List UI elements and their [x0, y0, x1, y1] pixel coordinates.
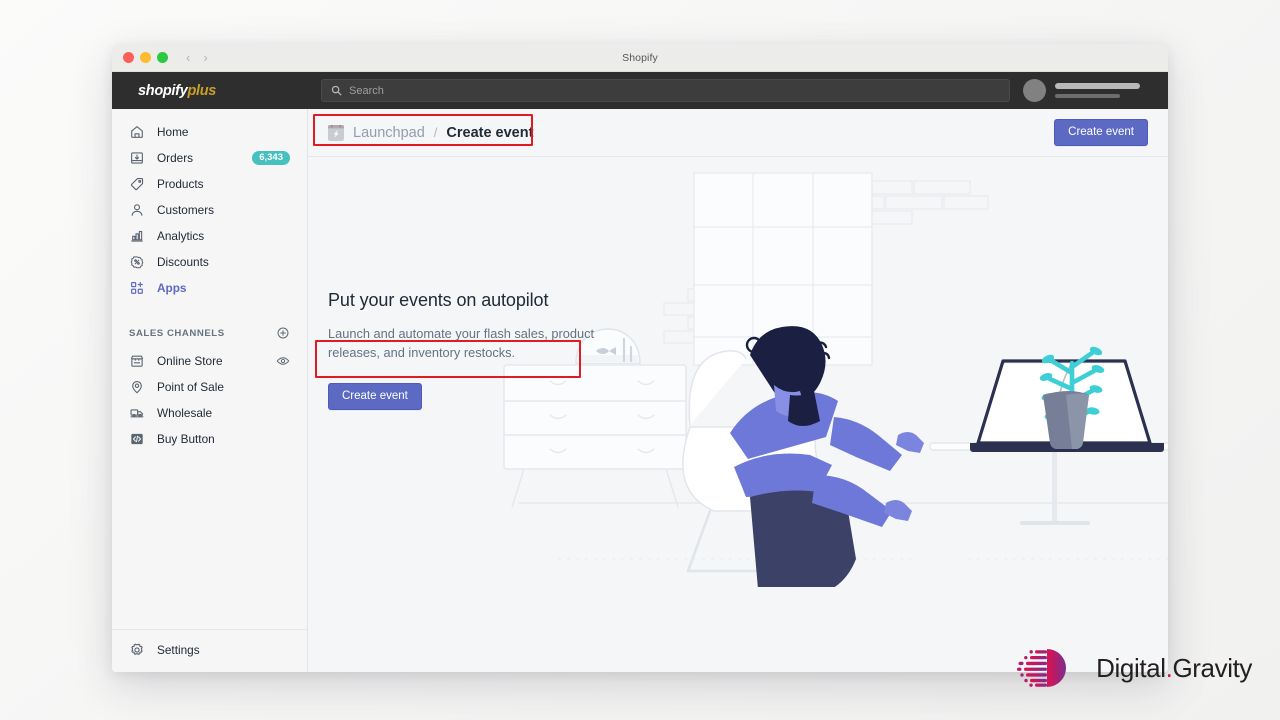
sidebar-item-point-of-sale[interactable]: Point of Sale — [120, 374, 299, 400]
sidebar-item-label: Products — [157, 177, 204, 191]
breadcrumb: Launchpad / Create event — [328, 124, 534, 141]
sidebar-item-label: Analytics — [157, 229, 205, 243]
plus-circle-icon[interactable] — [276, 326, 290, 340]
truck-icon — [130, 409, 144, 418]
breadcrumb-parent-link[interactable]: Launchpad — [353, 125, 425, 141]
empty-state-cta-wrap: Create event — [328, 382, 628, 411]
user-name-placeholder — [1055, 83, 1140, 98]
location-pin-icon — [132, 381, 142, 394]
sidebar-item-discounts[interactable]: Discounts — [120, 249, 299, 275]
watermark-first: Digital — [1096, 652, 1166, 683]
sidebar-item-customers[interactable]: Customers — [120, 197, 299, 223]
digital-gravity-logo-icon — [1017, 649, 1067, 687]
search-input[interactable] — [349, 84, 1000, 97]
watermark-text: Digital.Gravity — [1096, 653, 1252, 684]
sidebar: Home Orders 6,343 Products Customers Ana… — [112, 109, 308, 672]
sales-channels-nav: Online Store Point of Sale Wholesale Buy… — [112, 348, 307, 452]
brand-shopify-text: shopify — [138, 82, 188, 99]
page-header-actions: Create event — [1054, 118, 1148, 147]
shopify-plus-logo[interactable]: shopify plus — [112, 72, 308, 109]
user-name-bar — [1055, 83, 1140, 89]
app-body: Home Orders 6,343 Products Customers Ana… — [112, 109, 1168, 672]
page-header: Launchpad / Create event Create event — [308, 109, 1168, 157]
sidebar-item-label: Settings — [157, 643, 200, 657]
empty-state-content: Put your events on autopilot Launch and … — [308, 157, 1168, 672]
sidebar-item-label: Apps — [157, 281, 187, 295]
sidebar-item-home[interactable]: Home — [120, 119, 299, 145]
products-tag-icon — [130, 178, 144, 191]
customers-icon — [131, 204, 143, 216]
sidebar-item-label: Orders — [157, 151, 194, 165]
sidebar-item-wholesale[interactable]: Wholesale — [120, 400, 299, 426]
gear-icon — [131, 643, 143, 655]
search-icon — [331, 85, 342, 96]
sidebar-item-label: Wholesale — [157, 406, 213, 420]
sidebar-item-products[interactable]: Products — [120, 171, 299, 197]
breadcrumb-separator: / — [433, 125, 438, 140]
empty-state-heading: Put your events on autopilot — [328, 290, 549, 310]
sales-channels-header: SALES CHANNELS — [112, 323, 307, 343]
user-menu[interactable] — [1023, 79, 1168, 102]
primary-nav: Home Orders 6,343 Products Customers Ana… — [112, 119, 307, 301]
sidebar-item-label: Buy Button — [157, 432, 215, 446]
digital-gravity-watermark: Digital.Gravity — [1017, 646, 1252, 690]
browser-window: ‹ › Shopify shopify plus Search Home Ord… — [112, 44, 1168, 672]
launchpad-app-icon — [328, 124, 344, 141]
sidebar-item-label: Home — [157, 125, 189, 139]
watermark-second: Gravity — [1172, 652, 1252, 683]
main-content: Launchpad / Create event Create event Pu… — [308, 109, 1168, 672]
sidebar-item-label: Customers — [157, 203, 215, 217]
create-event-button[interactable]: Create event — [328, 382, 422, 411]
window-title: Shopify — [622, 51, 658, 64]
sidebar-footer: Settings — [112, 629, 307, 672]
sales-channels-title: SALES CHANNELS — [129, 327, 225, 339]
sidebar-item-label: Online Store — [157, 354, 223, 368]
eye-icon[interactable] — [276, 354, 290, 368]
sidebar-item-analytics[interactable]: Analytics — [120, 223, 299, 249]
discounts-icon — [130, 256, 144, 269]
analytics-bars-icon — [131, 230, 143, 242]
empty-state-description: Launch and automate your flash sales, pr… — [328, 326, 595, 360]
breadcrumb-current: Create event — [446, 124, 534, 141]
sidebar-item-buy-button[interactable]: Buy Button — [120, 426, 299, 452]
sidebar-item-orders[interactable]: Orders 6,343 — [120, 145, 299, 171]
sidebar-item-online-store[interactable]: Online Store — [120, 348, 299, 374]
home-icon — [131, 126, 143, 138]
orders-count-badge: 6,343 — [252, 150, 290, 166]
store-name-bar — [1055, 94, 1120, 98]
apps-grid-icon — [131, 281, 143, 294]
window-titlebar: ‹ › Shopify — [112, 44, 1168, 72]
sidebar-item-apps[interactable]: Apps — [120, 275, 299, 301]
app-topbar: shopify plus — [112, 72, 1168, 109]
avatar — [1023, 79, 1046, 102]
sidebar-item-label: Discounts — [157, 255, 209, 269]
orders-icon — [131, 152, 143, 164]
create-event-header-button[interactable]: Create event — [1054, 118, 1148, 147]
search-box[interactable] — [321, 79, 1010, 102]
sidebar-item-label: Point of Sale — [157, 380, 224, 394]
empty-state-copy: Put your events on autopilot Launch and … — [328, 290, 628, 411]
brand-plus-text: plus — [187, 82, 217, 99]
storefront-icon — [130, 355, 144, 367]
search-area — [308, 79, 1023, 102]
sidebar-item-settings[interactable]: Settings — [120, 637, 299, 663]
code-brackets-icon — [131, 433, 143, 445]
